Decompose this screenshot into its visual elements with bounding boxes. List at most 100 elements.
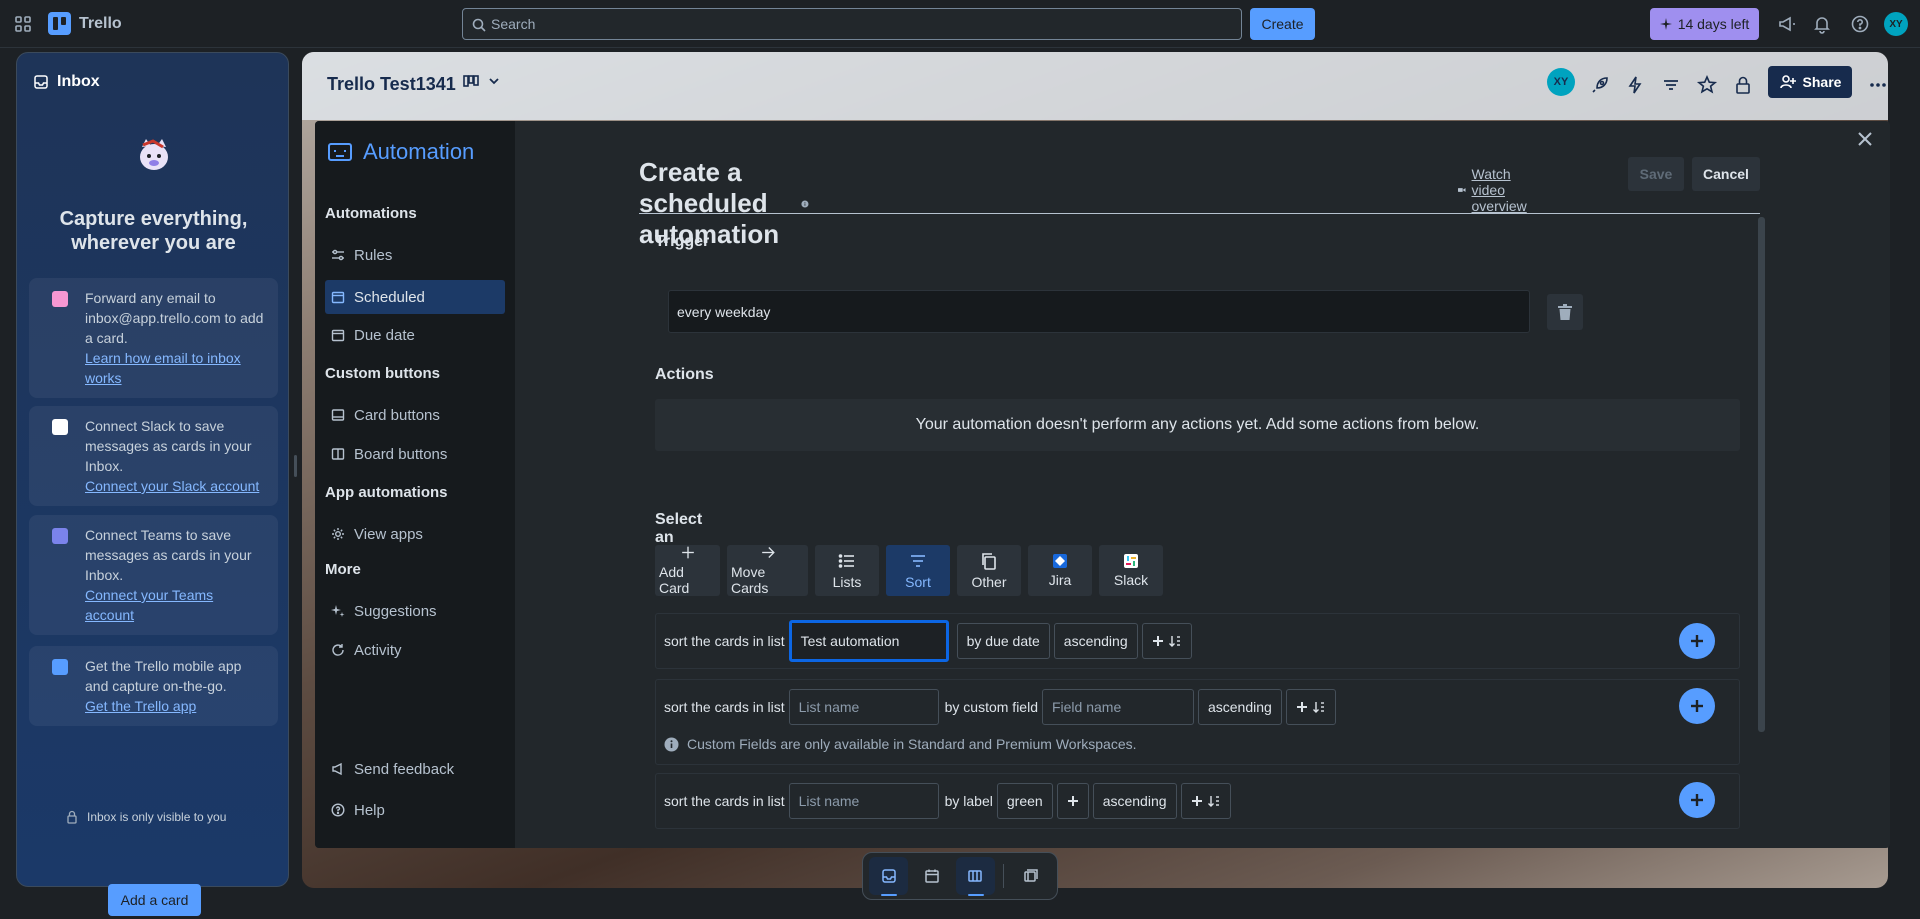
menu-item-card-buttons[interactable]: Card buttons bbox=[325, 398, 505, 432]
video-camera-icon bbox=[1458, 188, 1466, 192]
visibility-lock-icon[interactable] bbox=[1732, 74, 1754, 96]
search-input[interactable]: Search bbox=[462, 8, 1242, 40]
save-button[interactable]: Save bbox=[1628, 157, 1684, 191]
calendar-icon bbox=[331, 329, 345, 342]
more-menu-icon[interactable] bbox=[1867, 74, 1888, 96]
trello-logo[interactable]: Trello bbox=[48, 12, 122, 35]
tip-link-slack[interactable]: Connect your Slack account bbox=[85, 476, 266, 496]
delete-trigger-button[interactable] bbox=[1547, 294, 1583, 330]
tab-add-card[interactable]: Add Card bbox=[655, 545, 720, 596]
app-switcher-icon[interactable] bbox=[13, 14, 33, 34]
automation-lightning-icon[interactable] bbox=[1624, 74, 1646, 96]
sort-by-chip[interactable]: by due date bbox=[956, 623, 1050, 659]
tab-label: Slack bbox=[1113, 571, 1149, 588]
tab-sort[interactable]: Sort bbox=[886, 545, 950, 596]
megaphone-icon[interactable] bbox=[1777, 14, 1797, 34]
row-prefix: sort the cards in list bbox=[664, 793, 785, 809]
list-name-input[interactable]: List name bbox=[788, 783, 939, 819]
tab-move-cards[interactable]: Move Cards bbox=[727, 545, 808, 596]
tip-link-mobile[interactable]: Get the Trello app bbox=[85, 696, 266, 716]
user-avatar[interactable]: XY bbox=[1884, 12, 1908, 36]
menu-item-rules[interactable]: Rules bbox=[325, 238, 505, 272]
add-action-button[interactable] bbox=[1679, 623, 1715, 659]
board-title[interactable]: Trello Test1341 bbox=[327, 74, 456, 95]
cancel-button[interactable]: Cancel bbox=[1692, 157, 1760, 191]
menu-item-activity[interactable]: Activity bbox=[325, 633, 505, 667]
add-person-icon bbox=[1779, 75, 1796, 89]
menu-item-suggestions[interactable]: Suggestions bbox=[325, 594, 505, 628]
inbox-visibility-note: Inbox is only visible to you bbox=[65, 810, 226, 824]
tip-link-email[interactable]: Learn how email to inbox works bbox=[85, 348, 266, 388]
chevron-down-icon bbox=[489, 78, 499, 85]
list-name-input[interactable]: Test automation bbox=[788, 620, 949, 662]
info-icon[interactable] bbox=[801, 194, 809, 214]
arrow-right-icon bbox=[761, 547, 775, 558]
sort-order-select[interactable]: ascending bbox=[1197, 689, 1282, 725]
add-card-button[interactable]: Add a card bbox=[108, 884, 201, 916]
tab-other[interactable]: Other bbox=[957, 545, 1021, 596]
create-button[interactable]: Create bbox=[1250, 8, 1315, 40]
copy-icon bbox=[982, 552, 996, 570]
add-sort-criteria-button[interactable] bbox=[1180, 783, 1231, 819]
sort-order-select[interactable]: ascending bbox=[1092, 783, 1177, 819]
custom-field-name-input[interactable]: Field name bbox=[1041, 689, 1194, 725]
label-select[interactable]: green bbox=[996, 783, 1053, 819]
trigger-value-field[interactable]: every weekday bbox=[668, 290, 1530, 333]
automation-sidebar: Automation Automations Rules Scheduled D… bbox=[315, 121, 515, 848]
add-sort-criteria-button[interactable] bbox=[1141, 623, 1192, 659]
menu-item-view-apps[interactable]: View apps bbox=[325, 517, 505, 551]
tab-slack[interactable]: Slack bbox=[1099, 545, 1163, 596]
inbox-header: Inbox bbox=[33, 73, 100, 91]
tab-label: Lists bbox=[832, 573, 862, 590]
panel-resize-handle[interactable] bbox=[294, 455, 297, 477]
planner-view-button[interactable] bbox=[912, 857, 951, 895]
switch-boards-button[interactable] bbox=[1012, 857, 1051, 895]
tab-lists[interactable]: Lists bbox=[815, 545, 879, 596]
teams-icon bbox=[52, 528, 68, 544]
sort-order-select[interactable]: ascending bbox=[1053, 623, 1138, 659]
robot-icon bbox=[328, 143, 352, 161]
watch-video-link[interactable]: Watch video overview bbox=[1458, 166, 1535, 214]
share-button[interactable]: Share bbox=[1768, 66, 1852, 98]
plus-icon bbox=[1191, 796, 1202, 806]
trial-badge-button[interactable]: 14 days left bbox=[1650, 8, 1759, 40]
list-name-input[interactable]: List name bbox=[788, 689, 939, 725]
menu-item-send-feedback[interactable]: Send feedback bbox=[325, 752, 505, 786]
row-controls: sort the cards in list List name by labe… bbox=[664, 782, 1231, 820]
menu-item-help[interactable]: Help bbox=[325, 793, 505, 827]
mobile-app-icon bbox=[52, 659, 68, 675]
jira-icon bbox=[1053, 553, 1067, 568]
add-sort-criteria-button[interactable] bbox=[1285, 689, 1336, 725]
inbox-view-button[interactable] bbox=[869, 857, 909, 896]
sparkle-icon bbox=[1659, 18, 1672, 30]
header-divider bbox=[639, 213, 1760, 214]
add-label-button[interactable] bbox=[1056, 783, 1089, 819]
sort-icon bbox=[911, 554, 925, 567]
automation-brand[interactable]: Automation bbox=[327, 139, 474, 165]
board-view-switcher[interactable] bbox=[462, 72, 500, 90]
calendar-icon bbox=[925, 869, 939, 883]
power-ups-rocket-icon[interactable] bbox=[1589, 74, 1611, 96]
filter-icon[interactable] bbox=[1660, 74, 1682, 96]
board-view-button[interactable] bbox=[955, 857, 995, 896]
trello-logo-icon bbox=[48, 12, 71, 35]
taco-mascot-icon bbox=[135, 135, 173, 173]
content-scrollbar[interactable] bbox=[1758, 217, 1765, 732]
tab-jira[interactable]: Jira bbox=[1028, 545, 1092, 596]
trigger-heading: Trigger bbox=[655, 233, 710, 250]
add-action-button[interactable] bbox=[1679, 688, 1715, 724]
menu-item-due-date[interactable]: Due date bbox=[325, 318, 505, 352]
inbox-tip-mobile: Get the Trello mobile app and capture on… bbox=[29, 646, 278, 726]
tip-link-teams[interactable]: Connect your Teams account bbox=[85, 585, 266, 625]
inbox-tip-slack: Connect Slack to save messages as cards … bbox=[29, 406, 278, 506]
menu-item-scheduled[interactable]: Scheduled bbox=[325, 280, 505, 314]
star-icon[interactable] bbox=[1696, 74, 1718, 96]
add-action-button[interactable] bbox=[1679, 782, 1715, 818]
close-icon[interactable] bbox=[1855, 129, 1875, 149]
board-member-avatar[interactable]: XY bbox=[1547, 68, 1575, 96]
notifications-bell-icon[interactable] bbox=[1812, 14, 1832, 34]
sort-by-label: by custom field bbox=[944, 699, 1038, 715]
help-icon[interactable] bbox=[1850, 14, 1870, 34]
board-icon bbox=[331, 448, 345, 460]
menu-item-board-buttons[interactable]: Board buttons bbox=[325, 437, 505, 471]
